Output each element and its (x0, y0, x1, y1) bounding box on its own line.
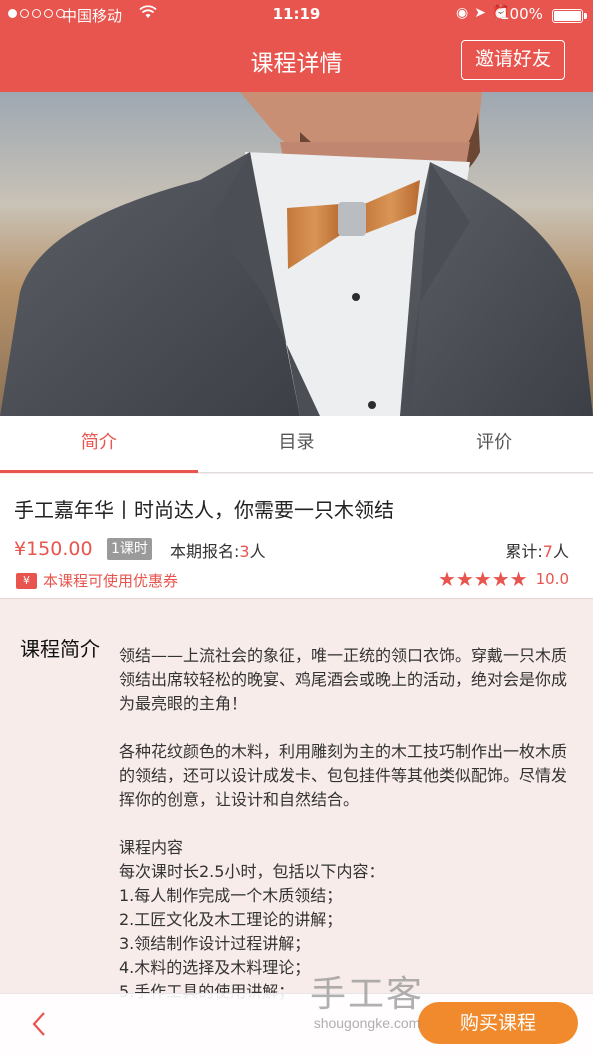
battery-icon (552, 9, 583, 23)
content-line: 2.工匠文化及木工理论的讲解； (119, 910, 343, 929)
tab-intro[interactable]: 简介 (0, 416, 198, 473)
total-enrollment: 累计:7人 (505, 542, 569, 561)
alarm-icon: ➤ (474, 5, 492, 21)
course-cover-carousel[interactable] (0, 92, 593, 416)
section-heading: 课程简介 (20, 637, 100, 661)
coupon-icon: ¥ (16, 572, 37, 589)
course-description: 领结——上流社会的象征，唯一正统的领口衣饰。穿戴一只木质领结出席较轻松的晚宴、鸡… (119, 644, 574, 1004)
star-icon: ★★★★★ (437, 567, 528, 591)
lesson-count-badge: 1课时 (107, 538, 152, 560)
battery-percent: 100% (500, 5, 543, 23)
course-info-card: 手工嘉年华丨时尚达人，你需要一只木领结 ¥150.00 1课时 本期报名:3人 … (0, 474, 593, 599)
status-bar: 中国移动 11:19 ◉➤⏰ 100% (0, 0, 593, 30)
detail-tabs: 简介 目录 评价 (0, 416, 593, 473)
tab-catalog[interactable]: 目录 (198, 416, 396, 472)
coupon-notice[interactable]: ¥ 本课程可使用优惠券 (16, 570, 178, 591)
invite-friends-button[interactable]: 邀请好友 (461, 40, 565, 80)
rating-value: 10.0 (535, 570, 569, 588)
back-arrow-icon[interactable] (28, 1010, 50, 1038)
content-line: 每次课时长2.5小时，包括以下内容： (119, 862, 385, 881)
coupon-text: 本课程可使用优惠券 (43, 572, 179, 590)
course-title: 手工嘉年华丨时尚达人，你需要一只木领结 (14, 498, 394, 522)
content-line: 3.领结制作设计过程讲解； (119, 934, 311, 953)
current-enrollment: 本期报名:3人 (170, 542, 266, 561)
buy-course-button[interactable]: 购买课程 (418, 1002, 578, 1044)
cover-image (0, 92, 593, 416)
course-price: ¥150.00 (14, 538, 93, 560)
description-paragraph: 领结——上流社会的象征，唯一正统的领口衣饰。穿戴一只木质领结出席较轻松的晚宴、鸡… (119, 646, 568, 713)
bottom-action-bar: 购买课程 (0, 993, 593, 1054)
content-title: 课程内容 (119, 838, 184, 857)
top-bar: 中国移动 11:19 ◉➤⏰ 100% 课程详情 邀请好友 (0, 0, 593, 92)
content-line: 1.每人制作完成一个木质领结； (119, 886, 343, 905)
description-paragraph: 各种花纹颜色的木料，利用雕刻为主的木工技巧制作出一枚木质的领结，还可以设计成发卡… (119, 742, 568, 809)
location-icon: ◉ (456, 5, 475, 21)
watermark-logo: 手工客 shougongke.com (310, 973, 425, 1032)
course-rating: ★★★★★ 10.0 (438, 569, 569, 589)
tab-reviews[interactable]: 评价 (395, 416, 593, 472)
